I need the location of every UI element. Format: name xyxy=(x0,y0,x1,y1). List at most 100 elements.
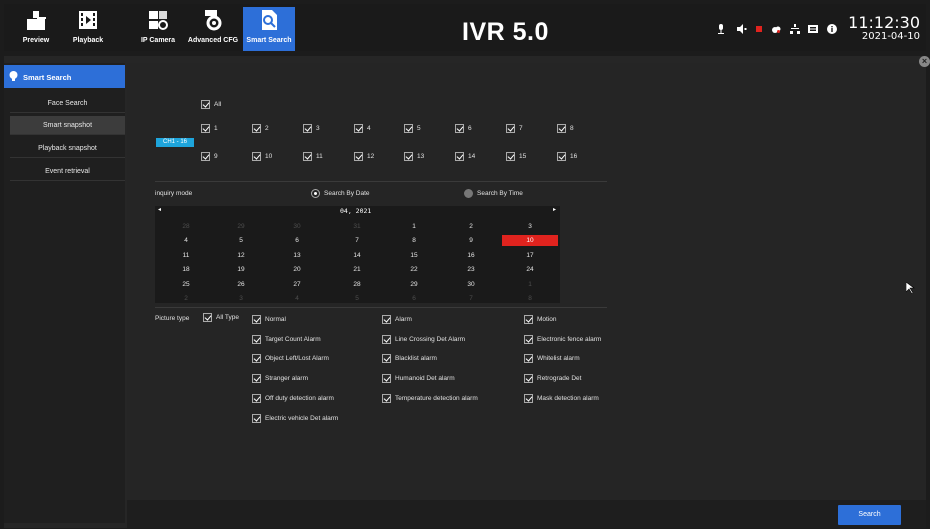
picture-type-checkbox[interactable]: Alarm xyxy=(382,315,412,324)
channel-checkbox[interactable]: 2 xyxy=(252,124,269,133)
calendar-day[interactable]: 10 xyxy=(502,235,558,246)
calendar-day[interactable]: 15 xyxy=(386,250,442,261)
picture-type-checkbox[interactable]: Off duty detection alarm xyxy=(252,394,334,403)
channel-checkbox[interactable]: 11 xyxy=(303,152,323,161)
picture-type-all-checkbox[interactable]: All Type xyxy=(203,313,239,322)
calendar-day[interactable]: 21 xyxy=(329,264,385,275)
nav-advanced-cfg[interactable]: Advanced CFG xyxy=(187,7,239,51)
picture-type-checkbox[interactable]: Retrograde Det xyxy=(524,374,581,383)
picture-type-checkbox[interactable]: Target Count Alarm xyxy=(252,335,321,344)
channel-all-checkbox[interactable]: All xyxy=(201,100,221,109)
calendar-day[interactable]: 3 xyxy=(502,221,558,232)
network-icon[interactable] xyxy=(790,24,800,34)
calendar-day[interactable]: 29 xyxy=(213,221,269,232)
calendar-day[interactable]: 19 xyxy=(213,264,269,275)
microphone-icon[interactable] xyxy=(716,24,726,34)
calendar-day[interactable]: 28 xyxy=(329,279,385,290)
picture-type-checkbox[interactable]: Mask detection alarm xyxy=(524,394,599,403)
storage-icon[interactable] xyxy=(808,24,818,34)
picture-type-checkbox[interactable]: Electric vehicle Det alarm xyxy=(252,414,338,423)
calendar-day[interactable]: 11 xyxy=(158,250,214,261)
channel-checkbox[interactable]: 5 xyxy=(404,124,421,133)
calendar-day[interactable]: 27 xyxy=(269,279,325,290)
calendar-day[interactable]: 25 xyxy=(158,279,214,290)
picture-type-checkbox[interactable]: Humanoid Det alarm xyxy=(382,374,455,383)
info-icon[interactable] xyxy=(827,24,837,34)
picture-type-checkbox[interactable]: Normal xyxy=(252,315,286,324)
picture-type-checkbox[interactable]: Object Left/Lost Alarm xyxy=(252,354,329,363)
cloud-icon[interactable] xyxy=(771,24,781,34)
calendar-day[interactable]: 1 xyxy=(386,221,442,232)
channel-checkbox[interactable]: 15 xyxy=(506,152,526,161)
channel-checkbox[interactable]: 7 xyxy=(506,124,523,133)
calendar-day[interactable]: 22 xyxy=(386,264,442,275)
channel-checkbox[interactable]: 16 xyxy=(557,152,577,161)
picture-type-checkbox[interactable]: Whitelist alarm xyxy=(524,354,580,363)
nav-ip-camera[interactable]: IP Camera xyxy=(132,7,184,51)
calendar-day[interactable]: 30 xyxy=(269,221,325,232)
calendar-day[interactable]: 24 xyxy=(502,264,558,275)
sidebar-header[interactable]: Smart Search xyxy=(4,65,125,88)
calendar-day[interactable]: 2 xyxy=(158,293,214,304)
calendar-day[interactable]: 5 xyxy=(213,235,269,246)
calendar-day[interactable]: 17 xyxy=(502,250,558,261)
calendar-day[interactable]: 13 xyxy=(269,250,325,261)
channel-checkbox[interactable]: 8 xyxy=(557,124,574,133)
speaker-muted-icon[interactable] xyxy=(737,24,747,34)
close-icon[interactable]: × xyxy=(919,56,930,67)
search-by-time-radio[interactable]: Search By Time xyxy=(464,189,523,198)
sidebar-item-event-retrieval[interactable]: Event retrieval xyxy=(10,162,125,181)
calendar-day[interactable]: 31 xyxy=(329,221,385,232)
nav-playback[interactable]: Playback xyxy=(62,7,114,51)
calendar-day[interactable]: 6 xyxy=(386,293,442,304)
calendar-day[interactable]: 4 xyxy=(269,293,325,304)
sidebar-item-playback-snapshot[interactable]: Playback snapshot xyxy=(10,139,125,158)
calendar-day[interactable]: 30 xyxy=(443,279,499,290)
channel-checkbox[interactable]: 6 xyxy=(455,124,472,133)
channel-checkbox[interactable]: 4 xyxy=(354,124,371,133)
picture-type-checkbox[interactable]: Temperature detection alarm xyxy=(382,394,478,403)
sidebar-item-face-search[interactable]: Face Search xyxy=(10,94,125,113)
channel-number-label: 9 xyxy=(214,153,218,160)
calendar-day[interactable]: 2 xyxy=(443,221,499,232)
calendar-day[interactable]: 28 xyxy=(158,221,214,232)
nav-smart-search[interactable]: Smart Search xyxy=(243,7,295,51)
calendar-day[interactable]: 7 xyxy=(443,293,499,304)
calendar-day[interactable]: 8 xyxy=(502,293,558,304)
calendar-day[interactable]: 8 xyxy=(386,235,442,246)
picture-type-checkbox[interactable]: Motion xyxy=(524,315,557,324)
channel-checkbox[interactable]: 10 xyxy=(252,152,272,161)
channel-checkbox[interactable]: 12 xyxy=(354,152,374,161)
search-by-date-radio[interactable]: Search By Date xyxy=(311,189,370,198)
calendar-day[interactable]: 29 xyxy=(386,279,442,290)
calendar-day[interactable]: 20 xyxy=(269,264,325,275)
calendar-day[interactable]: 23 xyxy=(443,264,499,275)
picture-type-checkbox[interactable]: Blacklist alarm xyxy=(382,354,437,363)
calendar-day[interactable]: 7 xyxy=(329,235,385,246)
calendar-next-icon[interactable]: ▸ xyxy=(553,206,556,213)
sidebar-item-smart-snapshot[interactable]: Smart snapshot xyxy=(10,116,125,135)
calendar-day[interactable]: 6 xyxy=(269,235,325,246)
picture-type-label: Alarm xyxy=(395,316,412,323)
picture-type-checkbox[interactable]: Stranger alarm xyxy=(252,374,308,383)
channel-checkbox[interactable]: 1 xyxy=(201,124,218,133)
channel-checkbox[interactable]: 9 xyxy=(201,152,218,161)
channel-checkbox[interactable]: 3 xyxy=(303,124,320,133)
calendar-prev-icon[interactable]: ◂ xyxy=(158,206,161,213)
picture-type-checkbox[interactable]: Line Crossing Det Alarm xyxy=(382,335,465,344)
channel-checkbox[interactable]: 14 xyxy=(455,152,475,161)
calendar-day[interactable]: 4 xyxy=(158,235,214,246)
calendar-day[interactable]: 18 xyxy=(158,264,214,275)
calendar-day[interactable]: 14 xyxy=(329,250,385,261)
calendar-day[interactable]: 9 xyxy=(443,235,499,246)
nav-preview[interactable]: Preview xyxy=(10,7,62,51)
calendar-day[interactable]: 5 xyxy=(329,293,385,304)
calendar-day[interactable]: 26 xyxy=(213,279,269,290)
calendar-day[interactable]: 3 xyxy=(213,293,269,304)
picture-type-checkbox[interactable]: Electronic fence alarm xyxy=(524,335,601,344)
calendar-day[interactable]: 1 xyxy=(502,279,558,290)
channel-checkbox[interactable]: 13 xyxy=(404,152,424,161)
calendar-day[interactable]: 12 xyxy=(213,250,269,261)
search-button[interactable]: Search xyxy=(838,505,901,525)
calendar-day[interactable]: 16 xyxy=(443,250,499,261)
